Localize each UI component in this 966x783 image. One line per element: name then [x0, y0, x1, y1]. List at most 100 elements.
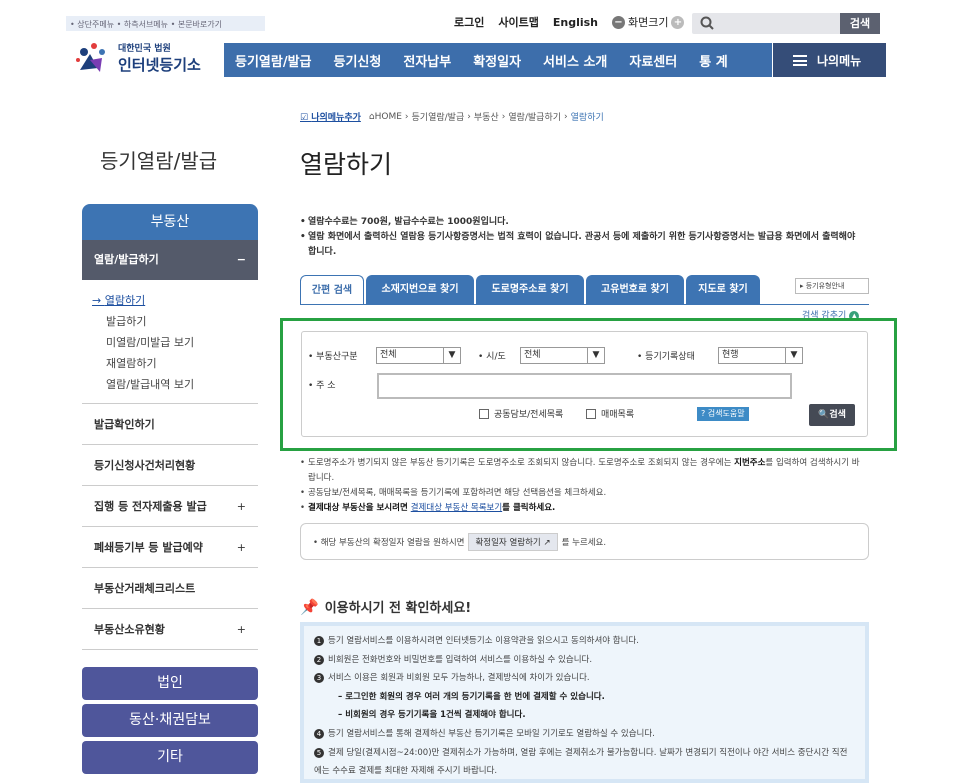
- lnb-movable-button[interactable]: 동산·채권담보: [82, 704, 258, 737]
- pin-icon: 📌: [300, 597, 319, 616]
- nav-item-statistics[interactable]: 통 계: [688, 51, 738, 70]
- sale-list-checkbox[interactable]: 매매목록: [586, 407, 634, 420]
- hamburger-icon: [793, 54, 807, 66]
- search-notes: 도로명주소가 병기되지 않은 부동산 등기기록은 도로명주소로 조회되지 않습니…: [300, 456, 865, 516]
- screen-size-label: 화면크기: [628, 16, 669, 29]
- breadcrumb-view-issue[interactable]: 열람/발급하기: [508, 110, 561, 123]
- tab-road-address[interactable]: 도로명주소로 찾기: [476, 275, 584, 305]
- joint-collateral-checkbox[interactable]: 공동담보/전세목록: [479, 407, 563, 420]
- lnb-corporation-button[interactable]: 법인: [82, 667, 258, 700]
- site-search-input[interactable]: [692, 13, 840, 34]
- lnb-item-ownership[interactable]: 부동산소유현황 +: [82, 609, 258, 650]
- lnb-category-real-estate[interactable]: 부동산: [82, 204, 258, 240]
- lnb-sub-history[interactable]: 열람/발급내역 보기: [92, 374, 258, 395]
- breadcrumb-home[interactable]: HOME: [375, 112, 402, 122]
- lnb-sub-unviewed[interactable]: 미열람/미발급 보기: [92, 332, 258, 353]
- check-item: 5 결제 당일(결제시점~24:00)만 결제취소가 가능하며, 열람 후에는 결…: [314, 747, 848, 777]
- expand-icon: +: [236, 623, 246, 636]
- nav-item-register-apply[interactable]: 등기신청: [323, 51, 393, 70]
- lnb-item-checklist[interactable]: 부동산거래체크리스트: [82, 568, 258, 609]
- nav-item-service-intro[interactable]: 서비스 소개: [532, 51, 618, 70]
- tab-simple-search[interactable]: 간편 검색: [300, 275, 364, 305]
- city-label: • 시/도: [478, 352, 506, 362]
- notice-line: 열람 화면에서 출력하신 열람용 등기사항증명서는 법적 효력이 없습니다. 관…: [300, 230, 860, 260]
- nav-item-fixed-date[interactable]: 확정일자: [462, 51, 532, 70]
- tab-lot-number[interactable]: 소재지번으로 찾기: [366, 275, 474, 305]
- my-menu-button[interactable]: 나의메뉴: [773, 43, 886, 77]
- lnb-title: 등기열람/발급: [100, 149, 218, 173]
- breadcrumb: ☑ 나의메뉴추가 ⌂ HOME › 등기열람/발급 › 부동산 › 열람/발급하기 › …: [300, 110, 604, 124]
- lnb-item-label: 열람/발급하기: [94, 253, 159, 266]
- check-section-title: 📌 이용하시기 전 확인하세요!: [300, 597, 472, 617]
- nav-item-data-center[interactable]: 자료센터: [618, 51, 688, 70]
- login-link[interactable]: 로그인: [454, 14, 484, 30]
- tab-underline: [300, 304, 869, 305]
- check-item: 1 등기 열람서비스를 이용하시려면 인터넷등기소 이용약관을 읽으시고 동의하셔…: [314, 632, 855, 651]
- search-submit-button[interactable]: 🔍검색: [809, 404, 855, 426]
- lnb-etc-button[interactable]: 기타: [82, 741, 258, 774]
- logo-subtitle: 대한민국 법원: [118, 44, 171, 54]
- search-icon: [700, 16, 714, 30]
- lnb-submenu: → 열람하기 발급하기 미열람/미발급 보기 재열람하기 열람/발급내역 보기: [82, 280, 258, 404]
- lnb-sub-issue[interactable]: 발급하기: [92, 311, 258, 332]
- check-item: 3 서비스 이용은 회원과 비회원 모두 가능하나, 결제방식에 차이가 있습니다…: [314, 669, 855, 688]
- note-line: 도로명주소가 병기되지 않은 부동산 등기기록은 도로명주소로 조회되지 않습니…: [300, 456, 865, 486]
- breadcrumb-realestate[interactable]: 부동산: [474, 110, 499, 123]
- expand-icon: +: [236, 541, 246, 554]
- chevron-down-icon: ▼: [587, 348, 604, 363]
- english-link[interactable]: English: [553, 16, 598, 29]
- site-search-button[interactable]: 검색: [840, 13, 880, 34]
- city-select[interactable]: 전체 ▼: [520, 347, 605, 364]
- my-menu-label: 나의메뉴: [817, 53, 862, 68]
- fixed-date-box: • 해당 부동산의 확정일자 열람을 원하시면 확정일자 열람하기 ↗ 를 누르…: [300, 523, 869, 560]
- fee-notice: 열람수수료는 700원, 발급수수료는 1000원입니다. 열람 화면에서 출력…: [300, 215, 860, 260]
- type-select[interactable]: 전체 ▼: [376, 347, 461, 364]
- check-item: 2 비회원은 전화번호와 비밀번호를 입력하여 서비스를 이용하실 수 있습니다.: [314, 651, 855, 670]
- note-line: 공동담보/전세목록, 매매목록을 등기기록에 포함하려면 해당 선택옵션을 체크…: [300, 486, 865, 501]
- nav-item-register-view[interactable]: 등기열람/발급: [224, 51, 323, 70]
- tab-map[interactable]: 지도로 찾기: [686, 275, 760, 305]
- checkbox-icon: [479, 408, 489, 419]
- search-tabs: 간편 검색 소재지번으로 찾기 도로명주소로 찾기 고유번호로 찾기 지도로 찾…: [300, 275, 762, 305]
- chevron-down-icon: ▼: [785, 348, 802, 363]
- register-type-guide-link[interactable]: ▸ 등기유형안내: [795, 278, 869, 294]
- chevron-down-icon: ▼: [443, 348, 460, 363]
- lnb-sub-view[interactable]: → 열람하기: [92, 290, 258, 311]
- page-title: 열람하기: [300, 150, 393, 179]
- payment-list-link[interactable]: 결제대상 부동산 목록보기: [411, 503, 502, 513]
- collapse-icon: −: [236, 253, 246, 266]
- status-select[interactable]: 현행 ▼: [718, 347, 803, 364]
- tab-unique-number[interactable]: 고유번호로 찾기: [586, 275, 684, 305]
- search-help-button[interactable]: ? 검색도움말: [697, 407, 749, 421]
- external-link-icon: ↗: [543, 537, 551, 548]
- status-label: • 등기기록상태: [637, 352, 695, 362]
- left-nav: 부동산 열람/발급하기 − → 열람하기 발급하기 미열람/미발급 보기 재열람…: [82, 204, 258, 650]
- check-box: 1 등기 열람서비스를 이용하시려면 인터넷등기소 이용약관을 읽으시고 동의하셔…: [300, 622, 869, 783]
- address-input[interactable]: [377, 373, 792, 399]
- checkbox-icon: [586, 408, 596, 419]
- address-label: • 주 소: [308, 381, 336, 391]
- lnb-item-issue-check[interactable]: 발급확인하기: [82, 404, 258, 445]
- nav-item-e-payment[interactable]: 전자납부: [392, 51, 462, 70]
- question-icon: ?: [701, 409, 708, 418]
- zoom-in-icon[interactable]: +: [671, 15, 685, 29]
- notice-line: 열람수수료는 700원, 발급수수료는 1000원입니다.: [300, 215, 860, 230]
- court-logo-icon: [76, 43, 105, 72]
- sitemap-link[interactable]: 사이트맵: [498, 14, 538, 30]
- check-subitem: – 비회원의 경우 등기기록을 1건씩 결제해야 합니다.: [338, 710, 526, 721]
- fixed-date-view-button[interactable]: 확정일자 열람하기 ↗: [468, 532, 558, 551]
- lnb-item-view-issue[interactable]: 열람/발급하기 −: [82, 240, 258, 280]
- skip-links[interactable]: • 상단주메뉴 • 하측서브메뉴 • 본문바로가기: [66, 16, 265, 31]
- main-nav: 등기열람/발급 등기신청 전자납부 확정일자 서비스 소개 자료센터 통 계: [224, 43, 772, 77]
- check-item: 4 등기 열람서비스를 통해 결제하신 부동산 등기기록은 모바일 기기로도 열람…: [314, 725, 855, 744]
- breadcrumb-current: 열람하기: [570, 113, 604, 123]
- site-logo[interactable]: 대한민국 법원 인터넷등기소: [72, 38, 201, 78]
- zoom-out-icon[interactable]: −: [612, 15, 625, 29]
- note-line: 결제대상 부동산을 보시려면 결제대상 부동산 목록보기를 클릭하세요.: [300, 501, 865, 516]
- breadcrumb-view[interactable]: 등기열람/발급: [412, 110, 465, 123]
- lnb-sub-review[interactable]: 재열람하기: [92, 353, 258, 374]
- lnb-item-e-submit[interactable]: 집행 등 전자제출용 발급 +: [82, 486, 258, 527]
- lnb-item-case-status[interactable]: 등기신청사건처리현황: [82, 445, 258, 486]
- add-my-menu-link[interactable]: ☑ 나의메뉴추가: [300, 110, 361, 123]
- lnb-item-closed-reserve[interactable]: 폐쇄등기부 등 발급예약 +: [82, 527, 258, 568]
